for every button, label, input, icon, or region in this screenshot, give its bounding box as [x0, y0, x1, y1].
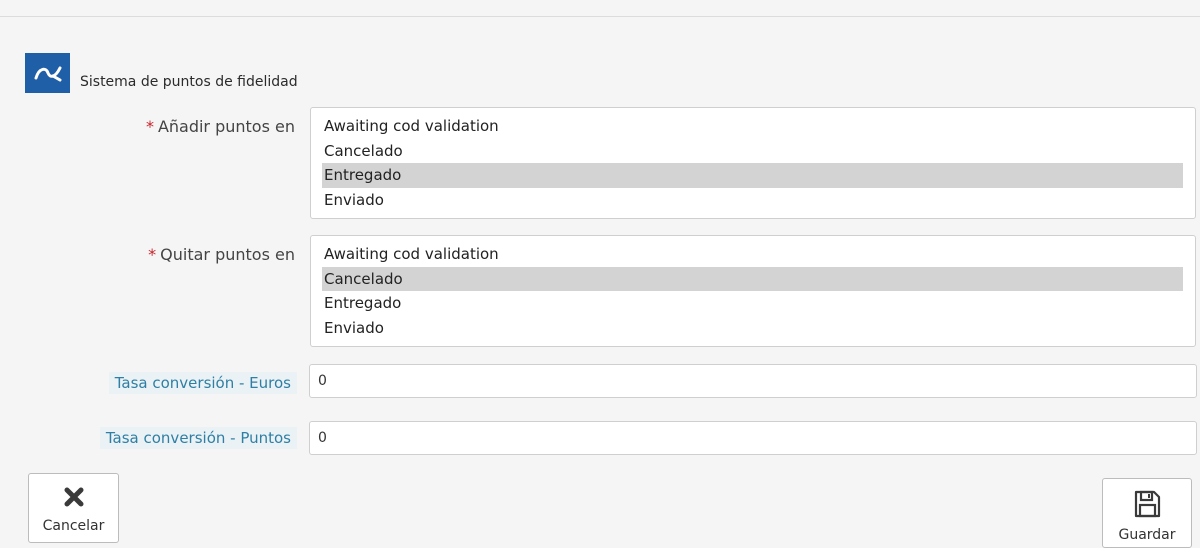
- euros-rate-label: Tasa conversión - Euros: [108, 372, 297, 394]
- points-rate-label: Tasa conversión - Puntos: [99, 427, 297, 449]
- module-header: Sistema de puntos de fidelidad: [25, 53, 298, 93]
- add-points-label-text: Añadir puntos en: [157, 117, 295, 136]
- close-icon: [64, 487, 83, 507]
- required-marker: *: [145, 117, 154, 136]
- prestashop-logo-icon: [25, 53, 70, 93]
- remove-points-label-text: Quitar puntos en: [160, 245, 295, 264]
- add-points-multiselect[interactable]: Awaiting cod validation Cancelado Entreg…: [310, 107, 1196, 219]
- cancel-button[interactable]: Cancelar: [28, 473, 119, 543]
- cancel-button-label: Cancelar: [42, 518, 105, 534]
- remove-points-multiselect[interactable]: Awaiting cod validation Cancelado Entreg…: [310, 235, 1196, 347]
- add-points-option[interactable]: Cancelado: [322, 139, 1183, 164]
- add-points-option-selected[interactable]: Entregado: [322, 163, 1183, 188]
- floppy-disk-icon: [1134, 490, 1161, 518]
- remove-points-option[interactable]: Entregado: [322, 291, 1183, 316]
- top-divider: [0, 16, 1200, 17]
- required-marker: *: [148, 245, 157, 264]
- points-rate-input[interactable]: [309, 421, 1197, 455]
- save-button[interactable]: Guardar: [1102, 478, 1192, 548]
- module-title: Sistema de puntos de fidelidad: [80, 74, 298, 90]
- add-points-option[interactable]: Enviado: [322, 188, 1183, 213]
- remove-points-option-selected[interactable]: Cancelado: [322, 266, 1183, 291]
- euros-rate-input[interactable]: [309, 364, 1197, 398]
- remove-points-option[interactable]: Awaiting cod validation: [322, 242, 1183, 267]
- remove-points-label: * Quitar puntos en: [148, 245, 295, 264]
- add-points-label: * Añadir puntos en: [146, 117, 295, 136]
- add-points-option[interactable]: Awaiting cod validation: [322, 114, 1183, 139]
- save-button-label: Guardar: [1118, 527, 1176, 543]
- remove-points-option[interactable]: Enviado: [322, 316, 1183, 341]
